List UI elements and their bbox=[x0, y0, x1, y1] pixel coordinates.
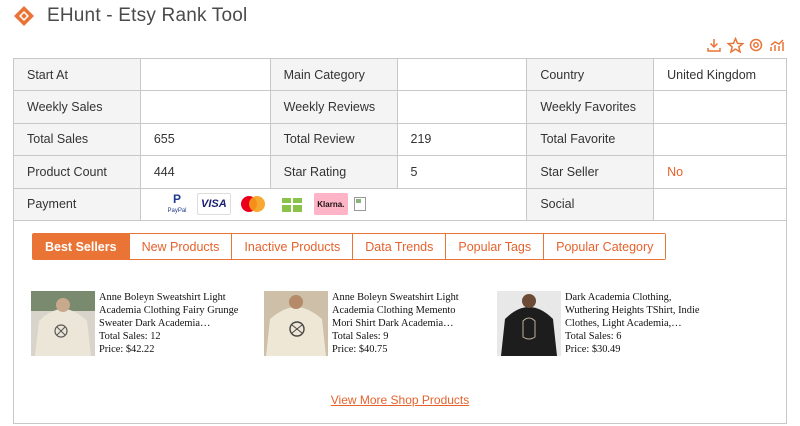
tab-bar: Best Sellers New Products Inactive Produ… bbox=[32, 233, 667, 260]
tab-inactive-products[interactable]: Inactive Products bbox=[232, 234, 354, 259]
chart-icon[interactable] bbox=[768, 36, 786, 54]
ehunt-logo-icon bbox=[14, 6, 34, 26]
star-rating-label: Star Rating bbox=[269, 155, 398, 189]
giftcard-icon bbox=[275, 193, 309, 215]
product-card[interactable]: Anne Boleyn Sweatshirt Light Academia Cl… bbox=[31, 291, 264, 356]
social-value bbox=[653, 187, 787, 221]
total-favorite-value bbox=[653, 122, 787, 157]
star-seller-label: Star Seller bbox=[526, 155, 655, 189]
stats-row: Start At Main Category Country United Ki… bbox=[13, 57, 787, 92]
visa-icon: VISA bbox=[196, 193, 231, 216]
tab-popular-tags[interactable]: Popular Tags bbox=[446, 234, 545, 259]
tab-popular-category[interactable]: Popular Category bbox=[544, 234, 666, 259]
weekly-sales-value bbox=[139, 90, 271, 124]
product-sales: Total Sales: 6 bbox=[565, 331, 622, 342]
product-count-value: 444 bbox=[139, 155, 271, 189]
total-review-label: Total Review bbox=[269, 122, 398, 157]
product-price: Price: $40.75 bbox=[332, 344, 388, 355]
app-header: EHunt - Etsy Rank Tool bbox=[13, 4, 247, 28]
product-image[interactable] bbox=[31, 291, 95, 356]
start-at-label: Start At bbox=[13, 57, 141, 92]
product-price: Price: $42.22 bbox=[99, 344, 155, 355]
star-seller-value: No bbox=[653, 155, 787, 189]
weekly-favorites-label: Weekly Favorites bbox=[526, 90, 655, 124]
products-panel: Best Sellers New Products Inactive Produ… bbox=[13, 221, 787, 424]
svg-text:P: P bbox=[173, 193, 181, 206]
mastercard-icon bbox=[236, 193, 270, 215]
product-image[interactable] bbox=[497, 291, 561, 356]
country-label: Country bbox=[526, 57, 655, 92]
country-value: United Kingdom bbox=[653, 57, 787, 92]
main-category-value bbox=[396, 57, 528, 92]
product-list: Anne Boleyn Sweatshirt Light Academia Cl… bbox=[31, 291, 730, 356]
weekly-reviews-value bbox=[396, 90, 528, 124]
product-sales: Total Sales: 12 bbox=[99, 331, 161, 342]
product-name[interactable]: Dark Academia Clothing, Wuthering Height… bbox=[565, 291, 705, 330]
total-sales-label: Total Sales bbox=[13, 122, 141, 157]
stats-row: Payment P PayPal VISA Klarna. Social bbox=[13, 187, 787, 221]
social-label: Social bbox=[526, 187, 655, 221]
download-icon[interactable] bbox=[705, 36, 723, 54]
product-image[interactable] bbox=[264, 291, 328, 356]
product-name[interactable]: Anne Boleyn Sweatshirt Light Academia Cl… bbox=[99, 291, 239, 330]
tab-best-sellers[interactable]: Best Sellers bbox=[33, 234, 130, 259]
tab-data-trends[interactable]: Data Trends bbox=[353, 234, 447, 259]
main-category-label: Main Category bbox=[269, 57, 398, 92]
settings-icon[interactable] bbox=[747, 36, 765, 54]
app-title: EHunt - Etsy Rank Tool bbox=[47, 5, 248, 26]
weekly-sales-label: Weekly Sales bbox=[13, 90, 141, 124]
star-icon[interactable] bbox=[726, 36, 744, 54]
paypal-icon: P PayPal bbox=[162, 193, 192, 215]
star-rating-value: 5 bbox=[396, 155, 528, 189]
product-info: Anne Boleyn Sweatshirt Light Academia Cl… bbox=[99, 291, 239, 356]
product-name[interactable]: Anne Boleyn Sweatshirt Light Academia Cl… bbox=[332, 291, 472, 330]
svg-text:PayPal: PayPal bbox=[167, 208, 186, 214]
view-more-link[interactable]: View More Shop Products bbox=[14, 393, 786, 407]
stats-row: Total Sales 655 Total Review 219 Total F… bbox=[13, 122, 787, 157]
payment-label: Payment bbox=[13, 187, 141, 221]
product-card[interactable]: Dark Academia Clothing, Wuthering Height… bbox=[497, 291, 730, 356]
weekly-reviews-label: Weekly Reviews bbox=[269, 90, 398, 124]
shop-stats-table: Start At Main Category Country United Ki… bbox=[13, 57, 787, 221]
toolbar bbox=[705, 36, 786, 54]
payment-value: P PayPal VISA Klarna. bbox=[139, 187, 528, 221]
product-sales: Total Sales: 9 bbox=[332, 331, 389, 342]
stats-row: Weekly Sales Weekly Reviews Weekly Favor… bbox=[13, 90, 787, 124]
total-review-value: 219 bbox=[396, 122, 528, 157]
stats-row: Product Count 444 Star Rating 5 Star Sel… bbox=[13, 155, 787, 189]
start-at-value bbox=[139, 57, 271, 92]
product-card[interactable]: Anne Boleyn Sweatshirt Light Academia Cl… bbox=[264, 291, 497, 356]
product-info: Dark Academia Clothing, Wuthering Height… bbox=[565, 291, 705, 356]
product-info: Anne Boleyn Sweatshirt Light Academia Cl… bbox=[332, 291, 472, 356]
tab-new-products[interactable]: New Products bbox=[129, 234, 233, 259]
broken-image-icon bbox=[353, 193, 367, 215]
product-count-label: Product Count bbox=[13, 155, 141, 189]
total-favorite-label: Total Favorite bbox=[526, 122, 655, 157]
weekly-favorites-value bbox=[653, 90, 787, 124]
total-sales-value: 655 bbox=[139, 122, 271, 157]
klarna-icon: Klarna. bbox=[313, 193, 348, 216]
product-price: Price: $30.49 bbox=[565, 344, 621, 355]
